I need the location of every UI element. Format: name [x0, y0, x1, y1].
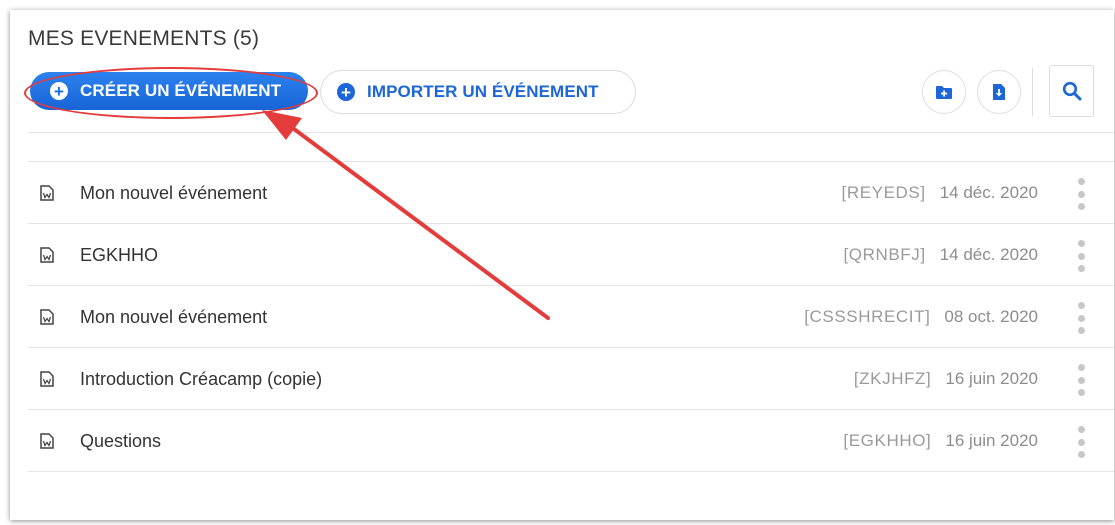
- more-options-icon[interactable]: [1074, 426, 1088, 458]
- plus-circle-icon: +: [337, 83, 355, 101]
- plus-circle-icon: +: [50, 82, 68, 100]
- event-row[interactable]: Introduction Créacamp (copie) [ZKJHFZ] 1…: [28, 347, 1114, 409]
- import-event-label: IMPORTER UN ÉVÉNEMENT: [367, 82, 599, 101]
- event-meta: [EGKHHO] 16 juin 2020: [843, 431, 1038, 451]
- page-title: MES EVENEMENTS (5): [28, 27, 260, 50]
- event-row[interactable]: Mon nouvel événement [CSSSHRECIT] 08 oct…: [28, 285, 1114, 347]
- event-meta: [CSSSHRECIT] 08 oct. 2020: [804, 307, 1038, 327]
- event-name: Introduction Créacamp (copie): [80, 369, 323, 389]
- event-name: Questions: [80, 431, 162, 451]
- create-event-button[interactable]: + CRÉER UN ÉVÉNEMENT: [30, 72, 308, 110]
- event-code: [REYEDS]: [841, 183, 926, 202]
- event-name: EGKHHO: [80, 245, 159, 265]
- event-date: 08 oct. 2020: [944, 307, 1038, 326]
- add-folder-button[interactable]: [922, 70, 966, 114]
- event-code: [QRNBFJ]: [843, 245, 926, 264]
- search-icon: [1062, 81, 1081, 101]
- event-meta: [QRNBFJ] 14 déc. 2020: [843, 245, 1038, 265]
- event-meta: [REYEDS] 14 déc. 2020: [842, 183, 1038, 203]
- event-date: 14 déc. 2020: [939, 183, 1038, 202]
- toolbar-separator: [28, 132, 1114, 133]
- event-row[interactable]: Mon nouvel événement [REYEDS] 14 déc. 20…: [28, 161, 1114, 223]
- event-name: Mon nouvel événement: [80, 307, 268, 327]
- event-code: [ZKJHFZ]: [853, 369, 932, 388]
- event-date: 14 déc. 2020: [939, 245, 1038, 264]
- event-row[interactable]: EGKHHO [QRNBFJ] 14 déc. 2020: [28, 223, 1114, 285]
- list-bottom-border: [28, 471, 1114, 472]
- more-options-icon[interactable]: [1074, 178, 1088, 210]
- download-button[interactable]: [977, 70, 1021, 114]
- word-document-icon: [40, 185, 54, 201]
- event-date: 16 juin 2020: [945, 431, 1038, 450]
- event-code: [CSSSHRECIT]: [804, 307, 931, 326]
- word-document-icon: [40, 433, 54, 449]
- download-file-icon: [993, 84, 1005, 100]
- more-options-icon[interactable]: [1074, 302, 1088, 334]
- events-panel: MES EVENEMENTS (5) + CRÉER UN ÉVÉNEMENT …: [10, 10, 1114, 520]
- event-name: Mon nouvel événement: [80, 183, 268, 203]
- add-folder-icon: [936, 85, 952, 99]
- event-date: 16 juin 2020: [945, 369, 1038, 388]
- more-options-icon[interactable]: [1074, 240, 1088, 272]
- word-document-icon: [40, 247, 54, 263]
- toolbar-divider: [1032, 68, 1033, 116]
- more-options-icon[interactable]: [1074, 364, 1088, 396]
- word-document-icon: [40, 309, 54, 325]
- event-row[interactable]: Questions [EGKHHO] 16 juin 2020: [28, 409, 1114, 471]
- event-meta: [ZKJHFZ] 16 juin 2020: [854, 369, 1038, 389]
- event-code: [EGKHHO]: [843, 431, 932, 450]
- create-event-label: CRÉER UN ÉVÉNEMENT: [80, 81, 282, 100]
- import-event-button[interactable]: + IMPORTER UN ÉVÉNEMENT: [320, 70, 636, 114]
- word-document-icon: [40, 371, 54, 387]
- search-button[interactable]: [1049, 65, 1094, 117]
